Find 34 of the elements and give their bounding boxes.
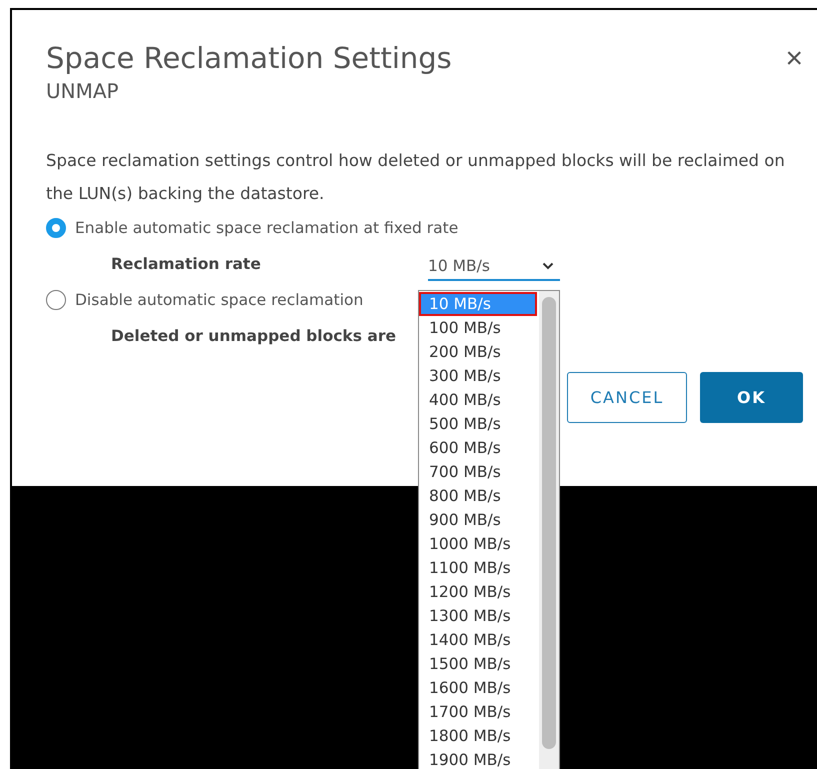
dropdown-option[interactable]: 1900 MB/s	[419, 748, 537, 769]
field-label: Reclamation rate	[111, 255, 262, 273]
dropdown-option[interactable]: 1700 MB/s	[419, 700, 537, 724]
dropdown-option[interactable]: 400 MB/s	[419, 388, 537, 412]
dropdown-option[interactable]: 300 MB/s	[419, 364, 537, 388]
dialog-subtitle: UNMAP	[46, 78, 120, 104]
dropdown-option[interactable]: 1800 MB/s	[419, 724, 537, 748]
dropdown-option[interactable]: 700 MB/s	[419, 460, 537, 484]
dropdown-option[interactable]: 1100 MB/s	[419, 556, 537, 580]
dropdown-option[interactable]: 200 MB/s	[419, 340, 537, 364]
radio-label: Disable automatic space reclamation	[75, 291, 364, 309]
dropdown-option[interactable]: 1300 MB/s	[419, 604, 537, 628]
dropdown-option[interactable]: 1600 MB/s	[419, 676, 537, 700]
cancel-button[interactable]: CANCEL	[567, 372, 687, 423]
dropdown-option[interactable]: 900 MB/s	[419, 508, 537, 532]
close-button[interactable]: ×	[785, 44, 803, 74]
radio-button[interactable]	[46, 218, 66, 238]
dropdown-option[interactable]: 1200 MB/s	[419, 580, 537, 604]
description-text: Space reclamation settings control how deleted or unmapped blocks will be reclaimed on the LUN(s) backing the datastore.	[46, 150, 786, 205]
rate-select[interactable]: 10 MB/s	[428, 247, 560, 281]
ok-button[interactable]: OK	[700, 372, 803, 423]
dropdown-option[interactable]: 500 MB/s	[419, 412, 537, 436]
dropdown-option[interactable]: 800 MB/s	[419, 484, 537, 508]
dropdown-option[interactable]: 100 MB/s	[419, 316, 537, 340]
dropdown-option[interactable]: 1000 MB/s	[419, 532, 537, 556]
dropdown-option[interactable]: 1500 MB/s	[419, 652, 537, 676]
radio-label: Enable automatic space reclamation at fixed rate	[75, 219, 458, 237]
radio-button[interactable]	[46, 290, 66, 310]
dropdown-option[interactable]: 600 MB/s	[419, 436, 537, 460]
note-text: Deleted or unmapped blocks are	[111, 327, 396, 345]
chevron-down-icon	[542, 262, 554, 270]
scrollbar[interactable]	[539, 291, 559, 769]
dropdown-option[interactable]: 1400 MB/s	[419, 628, 537, 652]
dialog-title: Space Reclamation Settings	[46, 40, 452, 77]
